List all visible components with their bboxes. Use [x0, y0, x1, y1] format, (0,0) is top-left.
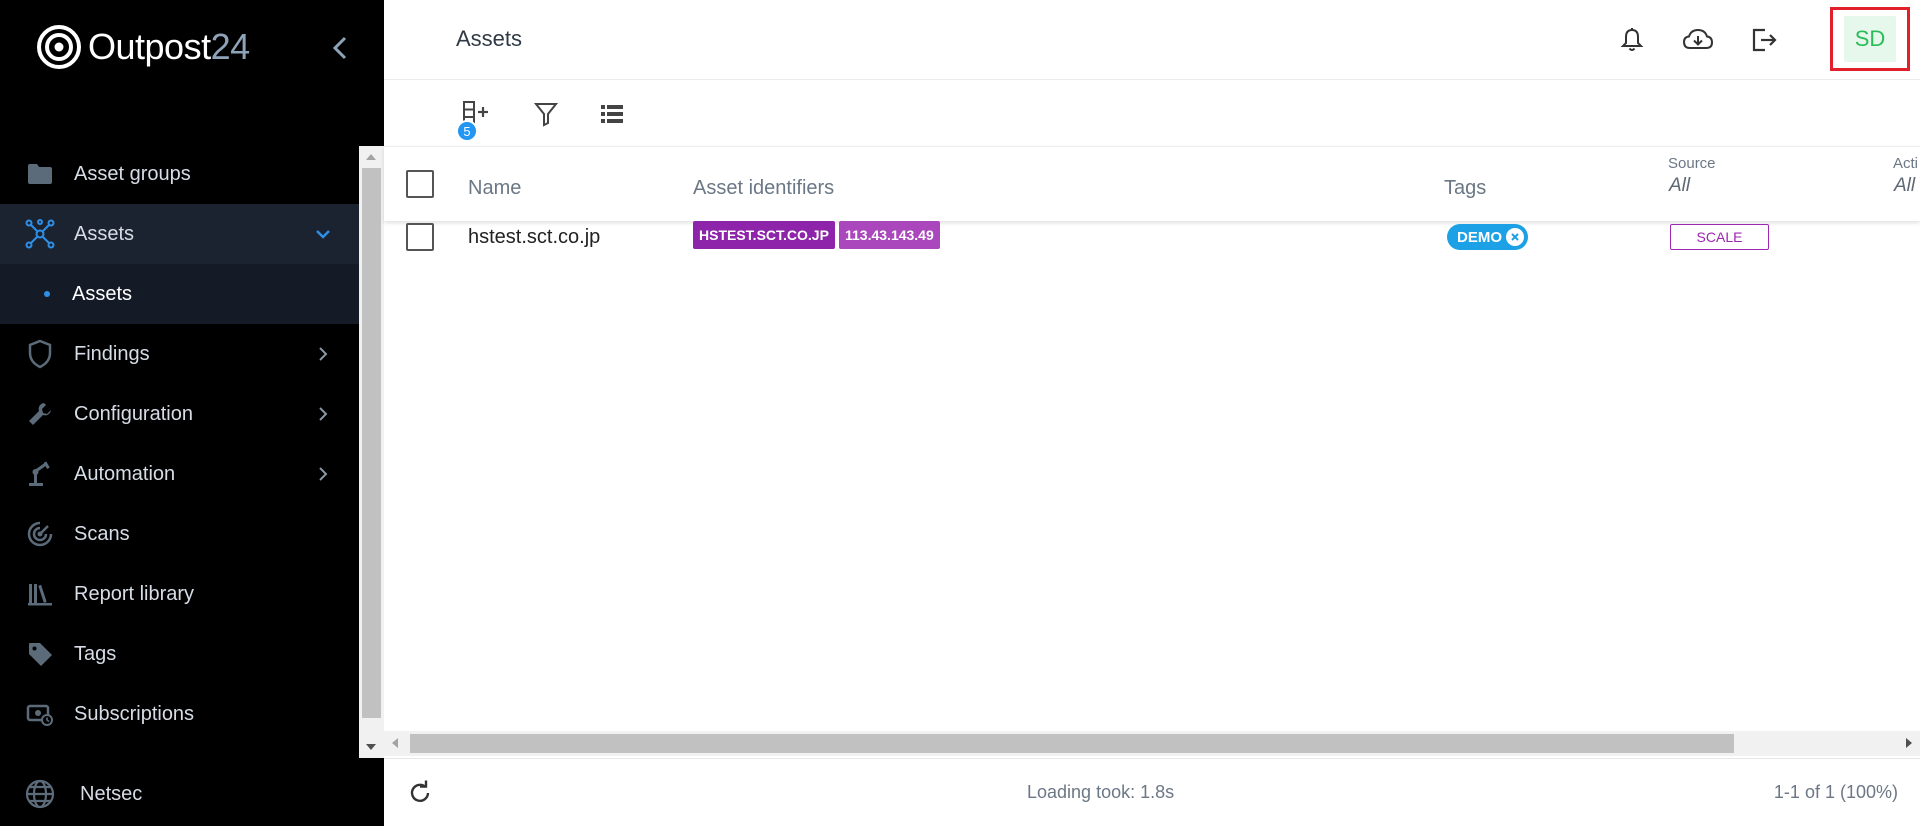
download-button[interactable] — [1680, 22, 1716, 58]
sidebar-item-netsec[interactable]: Netsec — [0, 764, 384, 824]
vertical-scrollbar-thumb[interactable] — [362, 168, 381, 718]
sidebar-item-automation[interactable]: Automation — [0, 444, 359, 504]
sidebar-item-label: Configuration — [74, 402, 193, 425]
chevron-down-icon — [311, 222, 335, 246]
chevron-left-icon — [332, 36, 347, 60]
sidebar: Outpost24 Asset groups Assets Assets Fin… — [0, 0, 384, 826]
globe-icon — [20, 774, 60, 814]
remove-tag-icon[interactable] — [1506, 228, 1524, 246]
chevron-right-icon — [311, 462, 335, 486]
refresh-icon — [410, 780, 430, 802]
scroll-down-arrow-icon[interactable] — [366, 744, 376, 750]
asset-name[interactable]: hstest.sct.co.jp — [468, 226, 600, 249]
sidebar-item-configuration[interactable]: Configuration — [0, 384, 359, 444]
top-bar: Assets SD — [384, 0, 1920, 80]
vertical-scrollbar[interactable] — [359, 146, 384, 758]
scroll-right-arrow-icon[interactable] — [1906, 738, 1912, 748]
sidebar-item-tags[interactable]: Tags — [0, 624, 359, 684]
collapse-sidebar-button[interactable] — [324, 30, 356, 66]
sidebar-item-label: Automation — [74, 462, 176, 485]
outpost24-logo[interactable]: Outpost24 — [36, 24, 250, 70]
sidebar-item-scans[interactable]: Scans — [0, 504, 359, 564]
sidebar-item-assets[interactable]: Assets — [0, 204, 359, 264]
sidebar-item-label: Assets — [74, 222, 135, 245]
scroll-left-arrow-icon[interactable] — [392, 738, 398, 748]
filter-button[interactable] — [528, 96, 564, 132]
library-icon — [20, 574, 60, 614]
cloud-download-icon — [1682, 28, 1714, 49]
radar-icon — [20, 514, 60, 554]
shield-icon — [20, 334, 60, 374]
bell-icon — [1620, 28, 1644, 51]
logout-icon — [1752, 28, 1777, 52]
chevron-right-icon — [311, 402, 335, 426]
row-checkbox[interactable] — [406, 223, 434, 251]
notifications-button[interactable] — [1614, 22, 1650, 58]
filter-icon — [534, 103, 558, 127]
source-filter-value[interactable]: All — [1669, 175, 1690, 197]
loading-time-text: Loading took: 1.8s — [1027, 782, 1175, 802]
tag-chip-demo[interactable]: DEMO — [1447, 224, 1528, 250]
sidebar-item-label: Findings — [74, 342, 150, 365]
tag-label: DEMO — [1457, 228, 1502, 246]
column-count-badge: 5 — [456, 120, 478, 142]
logo-row: Outpost24 — [0, 0, 384, 96]
sidebar-item-asset-groups[interactable]: Asset groups — [0, 144, 359, 204]
brand-name: Outpost24 — [88, 26, 250, 67]
identifier-chip-hostname[interactable]: HSTEST.SCT.CO.JP — [693, 221, 835, 249]
tag-icon — [20, 634, 60, 674]
user-avatar[interactable]: SD — [1844, 16, 1896, 62]
bullet-dot-icon — [44, 291, 50, 297]
sidebar-subitem-assets[interactable]: Assets — [0, 264, 359, 324]
sidebar-item-label: Netsec — [80, 782, 143, 805]
source-badge: SCALE — [1670, 224, 1769, 250]
table-footer: Loading took: 1.8s 1-1 of 1 (100%) — [384, 758, 1920, 826]
network-icon — [20, 214, 60, 254]
table-toolbar: 5 — [384, 80, 1920, 146]
sidebar-item-label: Asset groups — [74, 162, 191, 185]
actions-filter-value[interactable]: All — [1894, 175, 1915, 197]
scroll-up-arrow-icon[interactable] — [366, 154, 376, 160]
column-header-tags[interactable]: Tags — [1444, 177, 1486, 200]
main-content: Assets SD 5 Name Asset identifiers Tags … — [384, 0, 1920, 826]
sidebar-item-report-library[interactable]: Report library — [0, 564, 359, 624]
table-row[interactable]: hstest.sct.co.jp HSTEST.SCT.CO.JP 113.43… — [384, 221, 1920, 271]
logout-button[interactable] — [1746, 22, 1782, 58]
sidebar-item-label: Tags — [74, 642, 117, 665]
robot-arm-icon — [20, 454, 60, 494]
column-header-actions[interactable]: Acti — [1893, 155, 1918, 172]
column-header-name[interactable]: Name — [468, 177, 521, 200]
target-logo-icon — [37, 25, 81, 69]
sidebar-item-label: Subscriptions — [74, 702, 195, 725]
sidebar-subitem-label: Assets — [72, 282, 133, 305]
subscription-icon — [20, 694, 60, 734]
page-title: Assets — [456, 26, 523, 51]
horizontal-scrollbar-thumb[interactable] — [410, 734, 1734, 753]
sidebar-item-subscriptions[interactable]: Subscriptions — [0, 684, 359, 744]
chevron-right-icon — [311, 342, 335, 366]
sidebar-item-label: Scans — [74, 522, 130, 545]
list-view-icon — [601, 105, 623, 123]
folder-icon — [20, 154, 60, 194]
wrench-icon — [20, 394, 60, 434]
sidebar-item-label: Report library — [74, 582, 195, 605]
pagination-count: 1-1 of 1 (100%) — [1773, 782, 1898, 802]
sidebar-item-findings[interactable]: Findings — [0, 324, 359, 384]
main-nav: Asset groups Assets Assets Findings Conf… — [0, 144, 359, 744]
column-header-asset-identifiers[interactable]: Asset identifiers — [693, 177, 834, 200]
table-header: Name Asset identifiers Tags Source All A… — [384, 146, 1920, 221]
refresh-button[interactable] — [404, 777, 436, 809]
identifier-chip-ip[interactable]: 113.43.143.49 — [839, 221, 940, 249]
select-all-checkbox[interactable] — [406, 170, 434, 198]
horizontal-scrollbar[interactable] — [384, 731, 1920, 756]
list-view-button[interactable] — [594, 96, 630, 132]
column-header-source[interactable]: Source — [1668, 155, 1716, 172]
